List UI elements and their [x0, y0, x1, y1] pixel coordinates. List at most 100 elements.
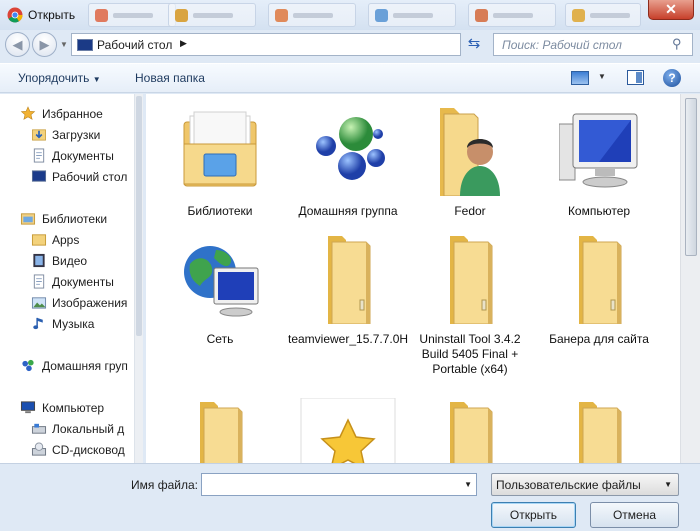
- sidebar-item-label: Музыка: [52, 317, 95, 331]
- window-title: Открыть: [28, 8, 76, 22]
- file-name: Сеть: [206, 332, 234, 346]
- background-tab: [168, 3, 256, 27]
- address-text[interactable]: Рабочий стол: [97, 38, 172, 52]
- folder-icon: [180, 398, 260, 463]
- computer-icon: [558, 104, 639, 196]
- libraries-icon: [180, 104, 260, 196]
- file-name: teamviewer_15.7.7.0H: [288, 332, 409, 346]
- sidebar-item-label: Загрузки: [52, 128, 101, 142]
- sidebar-item-video[interactable]: Видео: [0, 251, 134, 271]
- sidebar-group-label: Библиотеки: [42, 212, 108, 226]
- recent-locations-dropdown[interactable]: ▼: [60, 40, 68, 49]
- video-icon: [33, 253, 45, 268]
- folder-icon: [308, 232, 388, 325]
- organize-button[interactable]: Упорядочить ▼: [18, 71, 101, 85]
- sidebar-item-music[interactable]: Музыка: [0, 314, 134, 334]
- command-bar: Упорядочить ▼ Новая папка ▼ ?: [0, 63, 700, 93]
- document-icon: [33, 148, 45, 163]
- sidebar-item-cd-drive[interactable]: CD-дисковод: [0, 440, 134, 460]
- search-placeholder: Поиск: Рабочий стол: [502, 38, 622, 52]
- sidebar-item-images[interactable]: Изображения: [0, 293, 134, 313]
- folder-icon: [31, 234, 47, 246]
- sidebar-item-documents[interactable]: Документы: [0, 146, 134, 166]
- star-shortcut-icon: [300, 397, 396, 463]
- sidebar-item-label: Документы: [52, 149, 114, 163]
- downloads-icon: [32, 129, 46, 141]
- filetype-select[interactable]: Пользовательские файлы ▼: [491, 473, 679, 496]
- search-icon: ⚲: [672, 36, 682, 51]
- folder-icon: [430, 398, 510, 463]
- help-button[interactable]: ?: [663, 69, 681, 87]
- file-name: Банера для сайта: [549, 332, 649, 346]
- chevron-down-icon[interactable]: ▼: [464, 480, 472, 489]
- sidebar-group-label: Компьютер: [42, 401, 105, 415]
- sidebar-scrollbar[interactable]: [134, 94, 143, 463]
- back-button[interactable]: ◀: [5, 32, 30, 57]
- drive-icon: [31, 423, 47, 434]
- sidebar-group-libraries[interactable]: Библиотеки: [0, 209, 134, 229]
- navigation-bar: ◀ ▶ ▼ Рабочий стол ▶ ⇆ Поиск: Рабочий ст…: [0, 30, 700, 60]
- file-name: Uninstall Tool 3.4.2 Build 5405 Final + …: [419, 332, 521, 376]
- sidebar-item-label: Рабочий стол: [52, 170, 128, 184]
- sidebar-group-computer[interactable]: Компьютер: [0, 398, 134, 418]
- file-name: Библиотеки: [187, 204, 253, 218]
- folder-icon: [559, 398, 639, 463]
- search-input[interactable]: Поиск: Рабочий стол ⚲: [493, 33, 693, 56]
- sidebar-item-label: Документы: [52, 275, 114, 289]
- sidebar-item-downloads[interactable]: Загрузки: [0, 125, 134, 145]
- sidebar-group-homegroup[interactable]: Домашняя груп: [0, 356, 134, 376]
- folder-icon: [430, 232, 510, 325]
- sidebar-group-favorites[interactable]: Избранное: [0, 104, 134, 124]
- image-icon: [31, 297, 47, 309]
- open-file-dialog: Открыть ✕ ◀ ▶ ▼ Рабочий стол ▶ ⇆ Поиск: …: [0, 0, 700, 531]
- dialog-footer: Имя файла: ▼ Пользовательские файлы ▼ От…: [0, 463, 700, 531]
- close-button[interactable]: ✕: [648, 0, 694, 20]
- preview-pane-icon[interactable]: [627, 70, 644, 85]
- new-folder-button[interactable]: Новая папка: [135, 71, 205, 85]
- sidebar-group-label: Домашняя груп: [42, 359, 128, 373]
- forward-button[interactable]: ▶: [32, 32, 57, 57]
- sidebar-group-label: Избранное: [42, 107, 103, 121]
- background-tab: [268, 3, 356, 27]
- desktop-icon: [31, 170, 47, 182]
- filename-label: Имя файла:: [131, 478, 198, 492]
- homegroup-icon: [308, 104, 388, 196]
- sidebar-item-desktop[interactable]: Рабочий стол: [0, 167, 134, 187]
- sidebar-item-label: CD-дисковод: [52, 443, 125, 457]
- scroll-thumb[interactable]: [136, 96, 142, 336]
- desktop-icon: [77, 39, 93, 51]
- sidebar-item-documents[interactable]: Документы: [0, 272, 134, 292]
- cd-icon: [31, 442, 47, 456]
- network-icon: [180, 232, 260, 324]
- breadcrumb-chevron-icon[interactable]: ▶: [180, 38, 187, 49]
- refresh-icon[interactable]: ⇆: [460, 33, 488, 56]
- file-list-scrollbar[interactable]: [680, 94, 700, 463]
- file-name: Домашняя группа: [298, 204, 398, 218]
- sidebar-item-label: Локальный д: [52, 422, 125, 436]
- cancel-button[interactable]: Отмена: [590, 502, 679, 528]
- homegroup-icon: [22, 359, 34, 372]
- folder-icon: [559, 232, 639, 325]
- chevron-down-icon: ▼: [92, 75, 101, 84]
- file-list: Библиотеки Домашняя группа Fedor Компьютер С…: [146, 94, 680, 463]
- background-tab: [88, 3, 176, 27]
- sidebar-item-label: Apps: [52, 233, 80, 247]
- background-tab: [468, 3, 556, 27]
- sidebar-item-local-disk[interactable]: Локальный д: [0, 419, 134, 439]
- address-bar[interactable]: Рабочий стол ▶: [71, 33, 461, 56]
- title-bar: Открыть ✕: [0, 0, 700, 30]
- view-options-dropdown[interactable]: ▼: [598, 72, 606, 81]
- organize-label: Упорядочить: [18, 71, 90, 85]
- file-name: Fedor: [454, 204, 486, 218]
- open-button[interactable]: Открыть: [491, 502, 576, 528]
- sidebar-item-label: Изображения: [52, 296, 128, 310]
- filetype-value: Пользовательские файлы: [496, 478, 641, 492]
- sidebar-item-apps[interactable]: Apps: [0, 230, 134, 250]
- star-icon: [20, 106, 36, 120]
- scroll-thumb[interactable]: [685, 98, 697, 256]
- file-name: Компьютер: [567, 204, 631, 218]
- user-folder-icon: [430, 104, 510, 197]
- filename-field[interactable]: ▼: [201, 473, 477, 496]
- chevron-down-icon: ▼: [664, 480, 672, 489]
- change-view-icon[interactable]: [571, 71, 589, 85]
